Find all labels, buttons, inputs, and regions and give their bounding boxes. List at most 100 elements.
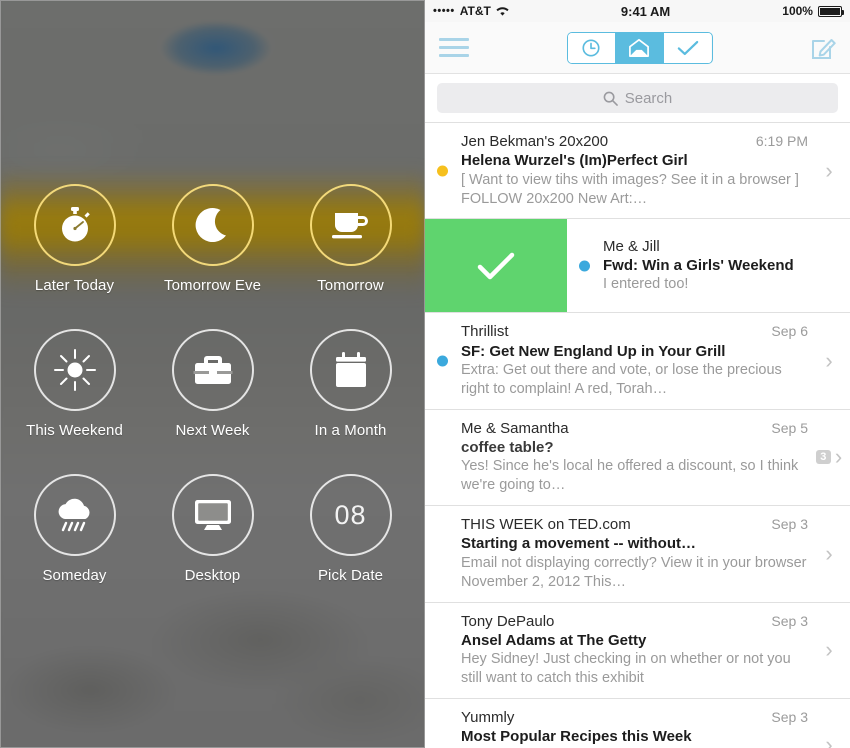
table-row[interactable]: Yummly Sep 3 Most Popular Recipes this W… (425, 698, 850, 748)
snooze-option-desktop[interactable]: Desktop (158, 474, 268, 584)
table-row[interactable]: Jen Bekman's 20x200 6:19 PM Helena Wurze… (425, 123, 850, 220)
check-icon (477, 252, 515, 280)
message-snippet: Hey Sidney! Just checking in on whether … (461, 651, 791, 687)
moon-icon (195, 208, 226, 243)
snooze-option-in-a-month[interactable]: In a Month (296, 329, 406, 439)
message-content: Tony DePaulo Sep 3 Ansel Adams at The Ge… (461, 603, 812, 698)
unread-indicator-col (425, 603, 461, 698)
message-subject: coffee table? (461, 438, 554, 456)
chevron-right-icon: › (825, 348, 833, 374)
calendar-icon (335, 352, 366, 387)
message-list: Jen Bekman's 20x200 6:19 PM Helena Wurze… (425, 122, 850, 748)
check-icon (677, 40, 699, 55)
message-header: THIS WEEK on TED.com Sep 3 (461, 515, 808, 534)
swipe-action-done[interactable] (425, 219, 567, 313)
unread-indicator-col (425, 313, 461, 408)
message-subject: Starting a movement -- without… (461, 535, 697, 553)
message-snippet: Yes! Since he's local he offered a disco… (461, 458, 799, 494)
message-sender: THIS WEEK on TED.com (461, 516, 631, 534)
message-header: Jen Bekman's 20x200 6:19 PM (461, 132, 808, 151)
snooze-options-grid: Later Today Tomorrow Eve Tomorrow This W… (0, 184, 425, 584)
snooze-option-this-weekend[interactable]: This Weekend (20, 329, 130, 439)
snooze-option-pick-date[interactable]: 08 Pick Date (296, 474, 406, 584)
tab-later[interactable] (567, 32, 616, 63)
monitor-icon (194, 500, 231, 530)
status-bar-time: 9:41 AM (620, 3, 671, 19)
row-accessory[interactable]: › (812, 603, 850, 698)
message-header: Tony DePaulo Sep 3 (461, 612, 808, 631)
chevron-right-icon: › (825, 637, 833, 663)
search-input[interactable]: Search (437, 83, 838, 113)
option-circle (171, 329, 254, 411)
message-header: Thrillist Sep 6 (461, 322, 808, 341)
message-sender: Jen Bekman's 20x200 (461, 133, 609, 150)
message-content: Yummly Sep 3 Most Popular Recipes this W… (461, 699, 812, 748)
chevron-right-icon: › (834, 444, 843, 470)
message-header: Me & Samantha Sep 5 (461, 419, 808, 438)
message-snippet: [ Want to view tihs with images? See it … (461, 171, 799, 207)
search-icon (603, 91, 618, 106)
option-circle (33, 474, 116, 556)
wifi-icon (496, 6, 509, 16)
message-sender: Thrillist (461, 323, 509, 341)
inbox-icon (629, 38, 650, 57)
mail-inbox-screen: ••••• AT&T 9:41 AM 100% Search Jen Bekma… (425, 0, 850, 748)
view-segmented-control[interactable] (566, 31, 713, 64)
message-content: THIS WEEK on TED.com Sep 3 Starting a mo… (461, 506, 812, 601)
table-row[interactable]: Thrillist Sep 6 SF: Get New England Up i… (425, 313, 850, 410)
row-accessory[interactable]: › (812, 313, 850, 408)
unread-dot (437, 165, 448, 177)
chevron-right-icon: › (825, 157, 833, 183)
message-content: Jen Bekman's 20x200 6:19 PM Helena Wurze… (461, 123, 812, 218)
tab-done[interactable] (664, 32, 712, 63)
message-header: Me & Jill (603, 237, 846, 256)
search-bar-container: Search (425, 74, 850, 122)
message-content: Me & Jill Fwd: Win a Girls' Weekend I en… (603, 219, 850, 312)
snooze-option-tomorrow[interactable]: Tomorrow (296, 184, 406, 294)
snooze-row-1: Later Today Tomorrow Eve Tomorrow (0, 184, 425, 294)
battery-percent: 100% (782, 4, 813, 18)
signal-dots: ••••• (433, 5, 455, 17)
tab-inbox[interactable] (615, 32, 665, 63)
message-snippet: Email not displaying correctly? View it … (461, 554, 807, 590)
option-circle (33, 329, 116, 411)
hamburger-menu-icon[interactable] (439, 38, 469, 57)
message-subject: Helena Wurzel's (Im)Perfect Girl (461, 152, 688, 170)
compose-icon[interactable] (810, 35, 836, 61)
snooze-option-label: Later Today (34, 277, 115, 294)
snooze-option-label: Next Week (175, 422, 250, 439)
sun-icon (53, 349, 96, 391)
message-sender: Me & Samantha (461, 419, 569, 437)
message-subject: Fwd: Win a Girls' Weekend (603, 256, 794, 274)
status-bar-left: ••••• AT&T (433, 4, 509, 18)
navigation-bar (425, 22, 850, 74)
table-row[interactable]: Me & Jill Fwd: Win a Girls' Weekend I en… (425, 219, 850, 314)
option-circle (171, 184, 254, 266)
unread-indicator-col (425, 123, 461, 218)
unread-indicator-col (425, 506, 461, 601)
message-snippet: Extra: Get out there and vote, or lose t… (461, 362, 782, 397)
date-number: 08 (334, 499, 367, 530)
snooze-option-someday[interactable]: Someday (20, 474, 130, 584)
table-row[interactable]: Me & Samantha Sep 5 coffee table? Yes! S… (425, 409, 850, 507)
row-accessory[interactable]: 3 › (812, 410, 850, 505)
snooze-option-label: This Weekend (26, 422, 123, 439)
option-circle (33, 184, 116, 266)
carrier-label: AT&T (459, 4, 491, 18)
row-accessory[interactable]: › (812, 699, 850, 748)
snooze-option-label: Pick Date (317, 567, 384, 584)
snooze-option-next-week[interactable]: Next Week (158, 329, 268, 439)
table-row[interactable]: THIS WEEK on TED.com Sep 3 Starting a mo… (425, 506, 850, 603)
row-accessory[interactable]: › (812, 506, 850, 601)
message-time: 6:19 PM (755, 133, 808, 149)
chevron-right-icon: › (825, 540, 833, 566)
snooze-row-2: This Weekend Next Week In a Month (0, 329, 425, 439)
snooze-option-tomorrow-eve[interactable]: Tomorrow Eve (158, 184, 268, 294)
message-sender: Me & Jill (603, 237, 660, 255)
option-circle (309, 184, 392, 266)
option-circle: 08 (309, 474, 392, 556)
snooze-option-later-today[interactable]: Later Today (20, 184, 130, 294)
row-accessory[interactable]: › (812, 123, 850, 218)
message-subject: SF: Get New England Up in Your Grill (461, 342, 726, 360)
table-row[interactable]: Tony DePaulo Sep 3 Ansel Adams at The Ge… (425, 602, 850, 699)
